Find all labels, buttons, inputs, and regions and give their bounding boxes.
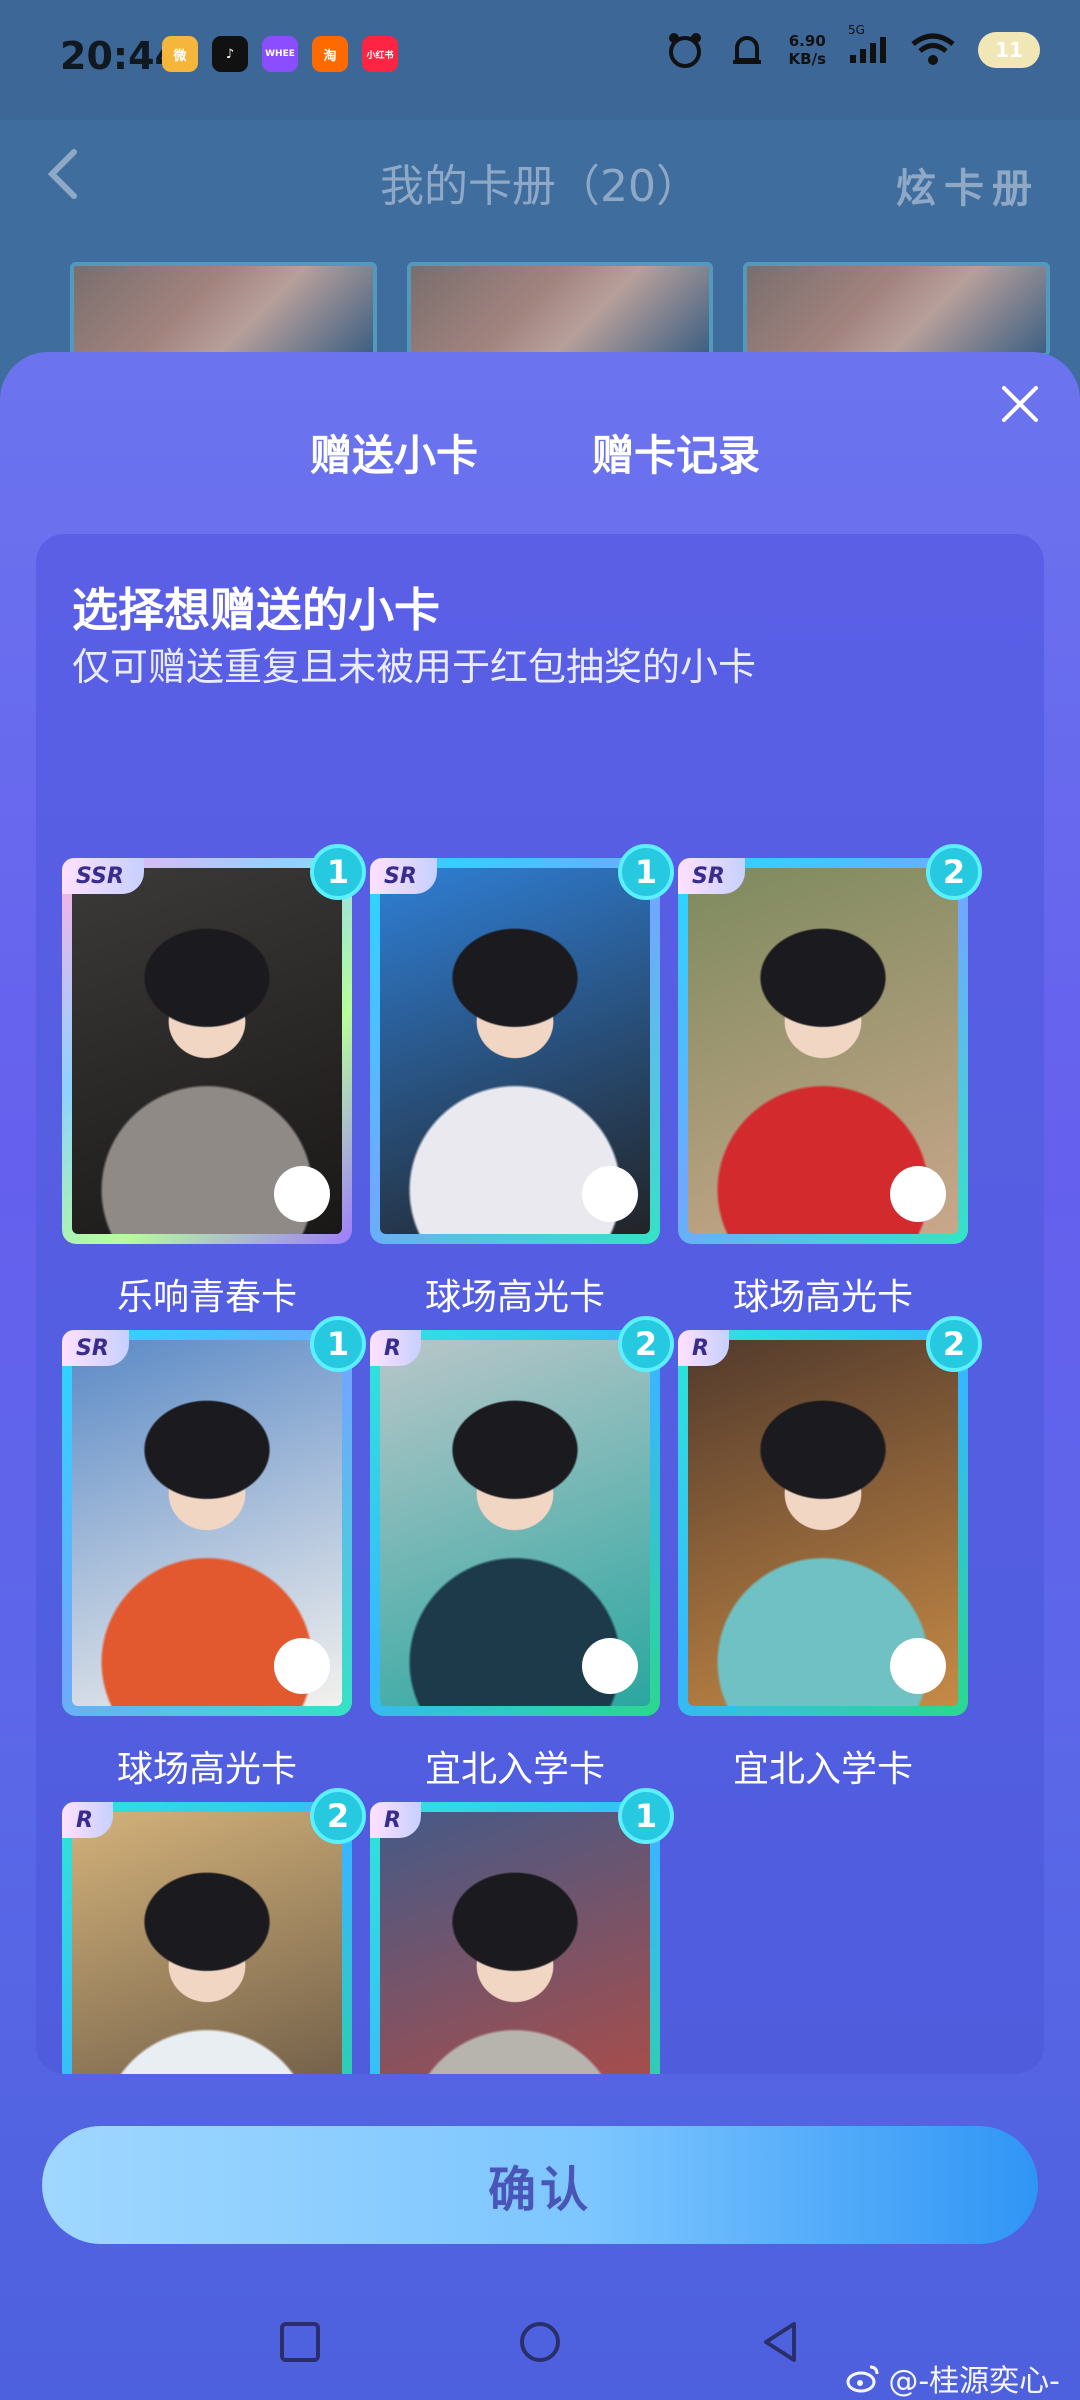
gift-card-item[interactable]: SR 1 球场高光卡	[370, 844, 674, 1320]
whee-icon: WHEE	[262, 36, 298, 72]
card-frame: R1	[370, 1788, 674, 2074]
watermark-text: @-桂源奕心-	[888, 2364, 1060, 2399]
rarity-badge: SR	[678, 858, 745, 894]
gift-card-sheet: 赠送小卡 赠卡记录 选择想赠送的小卡 仅可赠送重复且未被用于红包抽奖的小卡 SS…	[0, 352, 1080, 2400]
xiaohongshu-icon: 小红书	[362, 36, 398, 72]
taobao-icon: 淘	[312, 36, 348, 72]
card-count-badge: 1	[618, 1788, 674, 1844]
gift-card-item[interactable]: R2	[62, 1788, 366, 2074]
select-checkbox[interactable]	[582, 1166, 638, 1222]
gift-card-item[interactable]: SSR 1 乐响青春卡	[62, 844, 366, 1320]
rarity-badge: SR	[62, 1330, 129, 1366]
card-count-badge: 1	[618, 844, 674, 900]
card-frame: SSR 1	[62, 844, 366, 1244]
card-name: 乐响青春卡	[116, 1277, 297, 1318]
card-frame: R2	[678, 1316, 982, 1716]
home-icon[interactable]	[518, 2320, 562, 2364]
card-frame: SR 1	[370, 844, 674, 1244]
top-navigation: 我的卡册（20） 炫卡册	[0, 120, 1080, 260]
back-icon[interactable]	[758, 2320, 802, 2364]
wifi-icon	[911, 33, 955, 65]
select-checkbox[interactable]	[890, 1166, 946, 1222]
select-checkbox[interactable]	[582, 1638, 638, 1694]
rarity-badge: R	[678, 1330, 729, 1366]
rarity-badge: SSR	[62, 858, 144, 894]
weibo-logo-icon	[846, 2365, 879, 2393]
status-bar: 20:44 微 ♪ WHEE 淘小红书 6.90 KB/s 5G 11	[0, 0, 1080, 120]
card-count-badge: 2	[926, 1316, 982, 1372]
select-checkbox[interactable]	[274, 1638, 330, 1694]
tab-gift-record[interactable]: 赠卡记录	[592, 422, 760, 483]
card-name: 球场高光卡	[424, 1277, 605, 1318]
card-name: 宜北入学卡	[424, 1749, 605, 1790]
card-name: 宜北入学卡	[732, 1749, 913, 1790]
select-checkbox[interactable]	[274, 1166, 330, 1222]
notification-app-icons: 微 ♪ WHEE 淘小红书	[162, 36, 398, 72]
background-card	[743, 262, 1051, 357]
status-indicators: 6.90 KB/s 5G 11	[665, 23, 1040, 70]
card-frame: SR 1	[62, 1316, 366, 1716]
gift-card-item[interactable]: SR 2 球场高光卡	[678, 844, 982, 1320]
gift-card-item[interactable]: SR 1 球场高光卡	[62, 1316, 366, 1792]
net-speed-unit: KB/s	[788, 50, 826, 68]
net-speed-value: 6.90	[788, 32, 826, 50]
recent-apps-icon[interactable]	[278, 2320, 322, 2364]
brag-album-button[interactable]: 炫卡册	[896, 156, 1040, 214]
tiktok-icon: ♪	[212, 36, 248, 72]
card-frame: R2	[370, 1316, 674, 1716]
rarity-badge: SR	[370, 858, 437, 894]
background-card-strip	[70, 262, 1051, 357]
background-card	[70, 262, 377, 357]
network-speed: 6.90 KB/s	[789, 32, 826, 68]
panel-title: 选择想赠送的小卡	[72, 583, 440, 637]
card-count-badge: 1	[310, 1316, 366, 1372]
gift-card-item[interactable]: R1	[370, 1788, 674, 2074]
card-selection-panel: 选择想赠送的小卡 仅可赠送重复且未被用于红包抽奖的小卡 SSR 1 乐响青春卡 SR 1…	[36, 534, 1044, 2074]
alarm-icon	[668, 33, 701, 68]
notification-bell-icon	[732, 36, 761, 64]
tab-bar: 赠送小卡 赠卡记录	[0, 422, 1080, 564]
card-photo	[72, 1812, 342, 2074]
card-count-badge: 2	[926, 844, 982, 900]
card-name: 球场高光卡	[116, 1749, 297, 1790]
gift-card-item[interactable]: R 2 宜北入学卡	[370, 1316, 674, 1792]
background-card	[406, 262, 714, 357]
card-count-badge: 2	[618, 1316, 674, 1372]
battery-indicator: 11	[978, 32, 1040, 68]
card-frame: SR 2	[678, 844, 982, 1244]
weibo-icon: 微	[162, 36, 198, 72]
card-name: 球场高光卡	[732, 1277, 913, 1318]
card-frame: R2	[62, 1788, 366, 2074]
tab-gift-card[interactable]: 赠送小卡	[310, 422, 478, 483]
card-count-badge: 1	[310, 844, 366, 900]
confirm-button[interactable]: 确认	[42, 2126, 1038, 2244]
select-checkbox[interactable]	[890, 1638, 946, 1694]
signal-label: 5G	[848, 23, 865, 37]
rarity-badge: R	[62, 1802, 113, 1838]
watermark: @-桂源奕心-	[846, 2356, 1060, 2400]
card-photo	[380, 1812, 650, 2074]
cellular-signal: 5G	[848, 23, 888, 69]
gift-card-item[interactable]: R 2 宜北入学卡	[678, 1316, 982, 1792]
rarity-badge: R	[370, 1802, 421, 1838]
rarity-badge: R	[370, 1330, 421, 1366]
panel-subtitle: 仅可赠送重复且未被用于红包抽奖的小卡	[72, 645, 757, 689]
card-count-badge: 2	[310, 1788, 366, 1844]
